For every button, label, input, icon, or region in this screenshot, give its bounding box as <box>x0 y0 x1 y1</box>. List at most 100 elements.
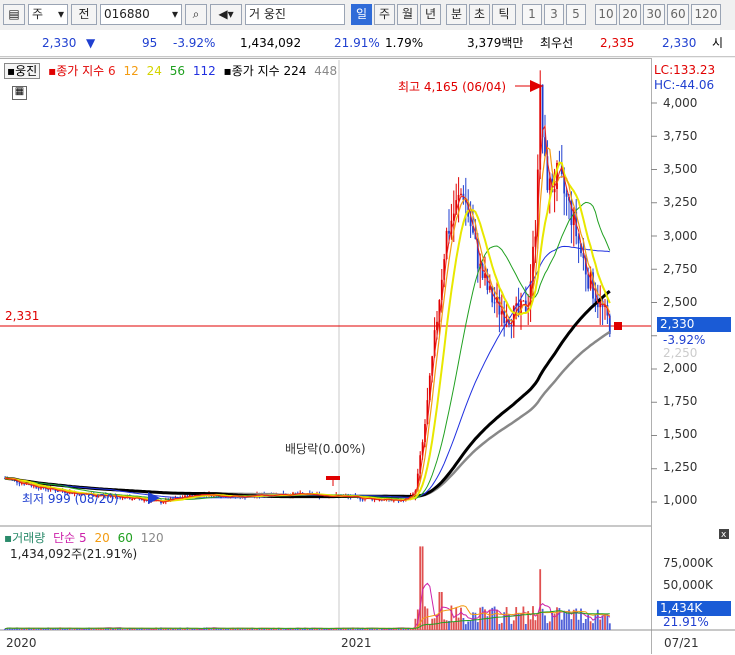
volume-bar <box>308 628 311 630</box>
volume-bar <box>452 622 455 630</box>
chart-legend: ▪웅진 ▪종가 지수 6 12 24 56 112 ▪종가 지수 224 448 <box>4 63 337 79</box>
volume-bar <box>443 619 446 630</box>
volume-bar <box>577 619 580 630</box>
ma448-legend: 448 <box>314 64 338 78</box>
volume-bar <box>145 629 148 630</box>
volume-bar <box>589 621 592 630</box>
current-price-box: 2,330 <box>657 317 731 332</box>
volume-bar <box>539 569 542 630</box>
ma-legend-label[interactable]: ▪종가 지수 6 <box>48 64 116 78</box>
volume-bar <box>136 628 138 630</box>
volume-bar <box>505 607 508 630</box>
candle-series <box>4 70 611 505</box>
ma224-legend[interactable]: ▪종가 지수 224 <box>224 64 307 78</box>
volume-ma20-legend: 20 <box>94 531 110 545</box>
price-tick: 3,250 <box>663 195 698 209</box>
table-icon[interactable]: ▦ <box>12 86 27 100</box>
volume-bar <box>176 628 179 630</box>
volume-bar <box>239 628 242 630</box>
volume-bar <box>409 628 412 630</box>
volume-bar <box>510 623 513 630</box>
volume-bar <box>570 619 573 630</box>
volume-bar <box>210 629 213 630</box>
volume-bar <box>318 629 321 630</box>
volume-bar <box>496 609 498 630</box>
volume-bar <box>560 619 563 630</box>
volume-bar <box>467 621 470 630</box>
volume-bar <box>455 607 458 630</box>
date-label-2020: 2020 <box>6 636 37 650</box>
ma6-legend: 6 <box>108 64 116 78</box>
volume-bar <box>92 629 95 630</box>
price-tick: 3,500 <box>663 162 698 176</box>
candle-body <box>510 324 513 327</box>
volume-tick: 50,000K <box>663 578 713 592</box>
volume-bar <box>457 617 460 630</box>
candle-body <box>131 498 134 500</box>
hc-value: HC:-44.06 <box>654 78 715 92</box>
candle-body <box>457 194 460 201</box>
candle-body <box>37 487 40 489</box>
volume-bar <box>515 607 518 630</box>
volume-ma60-legend: 60 <box>117 531 133 545</box>
volume-bar <box>529 619 532 630</box>
price-tick: 3,000 <box>663 229 698 243</box>
volume-bar <box>484 609 486 630</box>
volume-bar <box>548 621 551 630</box>
candle-body <box>587 274 590 289</box>
current-volume-box: 1,434K <box>657 601 731 616</box>
volume-bar <box>11 628 14 630</box>
volume-bar <box>30 628 33 630</box>
volume-bar <box>282 629 285 630</box>
volume-legend: ▪거래량 단순 5 20 60 120 <box>4 531 164 545</box>
volume-bar <box>476 622 479 630</box>
volume-bar <box>268 628 270 630</box>
volume-bar <box>426 608 429 630</box>
volume-bar <box>512 620 515 630</box>
volume-bar <box>608 623 611 630</box>
volume-bar <box>148 629 150 630</box>
volume-bar <box>522 606 525 630</box>
volume-bar <box>460 607 462 630</box>
volume-bar <box>143 629 146 630</box>
volume-bar <box>544 615 546 630</box>
volume-bar <box>364 629 366 630</box>
dividend-marker-icon <box>326 476 340 480</box>
volume-bar <box>181 629 184 630</box>
volume-bar <box>604 613 606 630</box>
legend-name-text: 웅진 <box>15 64 38 78</box>
current-volume-pct: 21.91% <box>663 615 709 629</box>
volume-bar <box>606 614 609 630</box>
volume-bar <box>71 629 74 630</box>
ma-line <box>4 245 610 499</box>
candle-body <box>565 193 568 197</box>
ma24-legend: 24 <box>146 64 162 78</box>
volume-bar <box>162 628 165 630</box>
price-tick: 2,500 <box>663 295 698 309</box>
volume-bar <box>275 629 278 630</box>
volume-bar <box>253 629 256 630</box>
stock-legend-name[interactable]: ▪웅진 <box>4 63 41 79</box>
candle-body <box>522 300 525 302</box>
volume-bar <box>563 610 566 630</box>
volume-legend-label[interactable]: 거래량 <box>12 531 45 545</box>
volume-bar <box>445 620 448 630</box>
chart-grid <box>651 102 657 503</box>
volume-bar <box>23 628 26 630</box>
last-price-marker <box>614 322 622 330</box>
low-annotation: 최저 999 (08/20) <box>22 492 119 506</box>
svg-text:x: x <box>721 530 727 540</box>
volume-bar <box>599 619 602 630</box>
volume-bar <box>378 629 381 630</box>
candle-body <box>361 499 364 501</box>
volume-bar <box>584 618 587 630</box>
bullet-icon: ▪ <box>223 64 232 78</box>
ma12-legend: 12 <box>123 64 139 78</box>
volume-bar <box>18 628 21 630</box>
price-tick: 2,000 <box>663 361 698 375</box>
volume-bar <box>500 622 503 630</box>
volume-bar <box>359 628 362 630</box>
volume-bar <box>536 613 539 630</box>
volume-bar <box>472 612 474 630</box>
volume-bar <box>121 628 124 630</box>
